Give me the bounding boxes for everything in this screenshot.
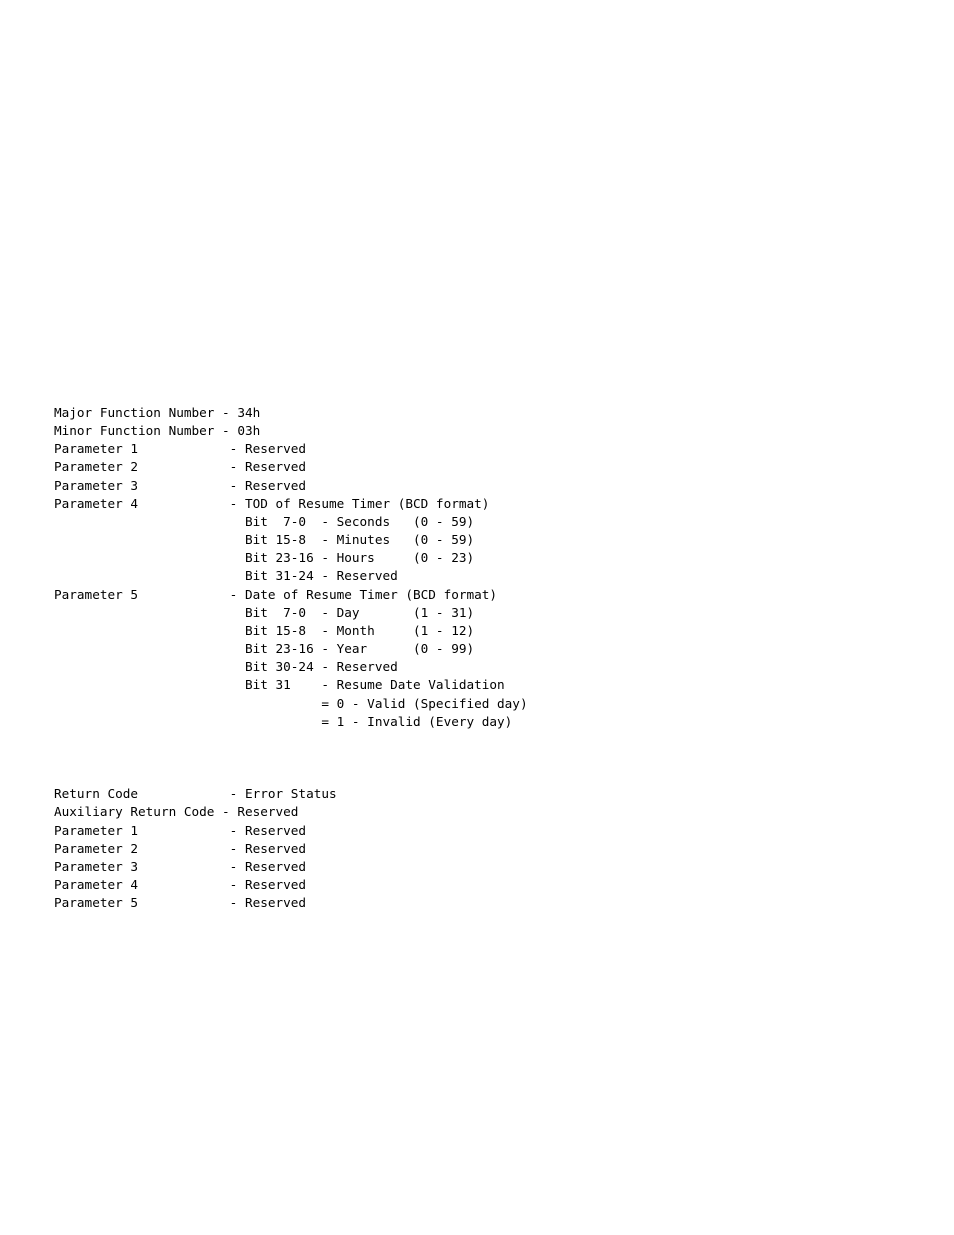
block-separator — [54, 731, 914, 786]
document-page: Major Function Number - 34h Minor Functi… — [0, 0, 954, 1235]
input-parameters-block: Major Function Number - 34h Minor Functi… — [54, 405, 528, 729]
output-parameters-block: Return Code - Error Status Auxiliary Ret… — [54, 786, 337, 911]
document-content: Major Function Number - 34h Minor Functi… — [54, 404, 914, 912]
